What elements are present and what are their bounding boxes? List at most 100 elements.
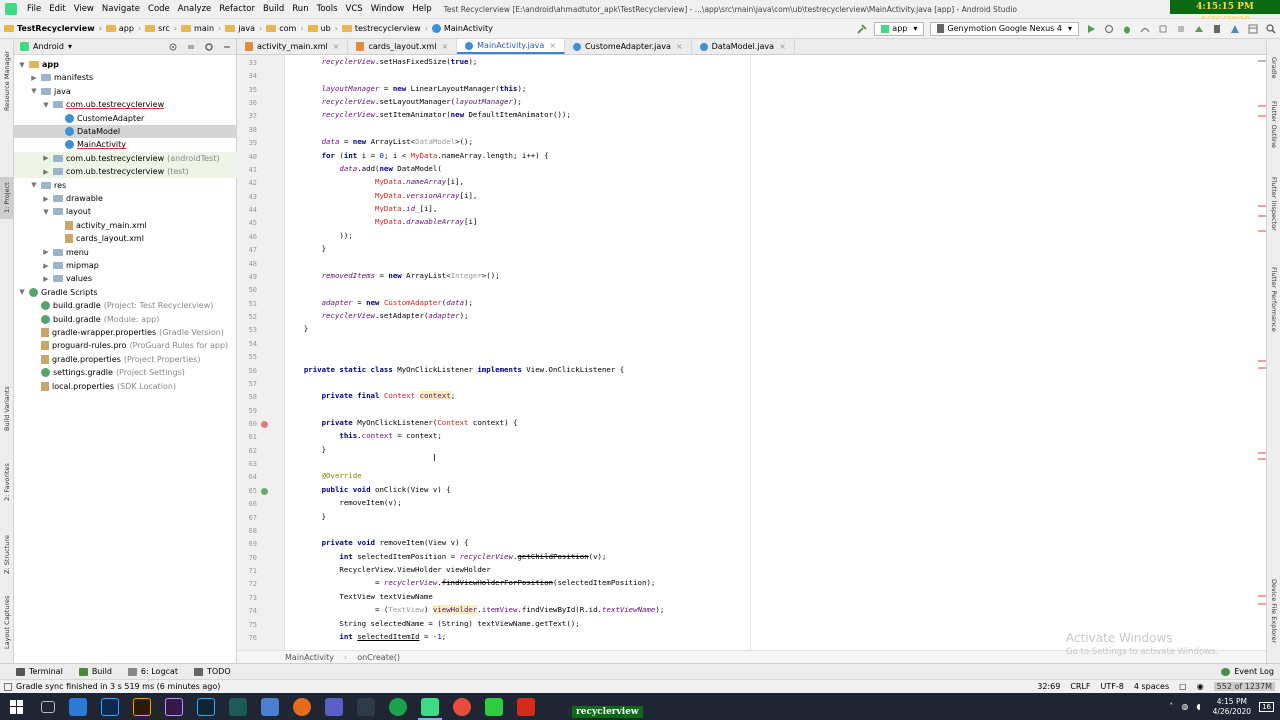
code-line[interactable]: private void removeItem(View v) { [286, 538, 469, 551]
tab-device-file-explorer[interactable]: Device File Explorer [1270, 579, 1278, 643]
editor-tab[interactable]: MainActivity.java × [457, 39, 566, 54]
code-line[interactable]: String selectedName = (String) textViewN… [286, 619, 579, 632]
tree-item[interactable]: settings.gradle (Project Settings) [14, 366, 237, 379]
menu-run[interactable]: Run [288, 4, 312, 14]
run-config-select[interactable]: app ▾ [874, 21, 925, 36]
tree-item[interactable]: ▶ drawable [14, 192, 237, 205]
breadcrumb-item[interactable]: testrecyclerview › [341, 24, 432, 33]
tree-item[interactable]: CustomeAdapter [14, 112, 237, 125]
attach-debugger-icon[interactable] [1158, 24, 1168, 34]
code-line[interactable]: } [286, 512, 326, 525]
firefox-icon[interactable] [293, 697, 311, 716]
search-icon[interactable] [1266, 23, 1276, 34]
code-line[interactable]: removeItem(v); [286, 498, 401, 511]
build-button[interactable]: Build [78, 667, 112, 676]
menu-edit[interactable]: Edit [45, 4, 69, 14]
close-icon[interactable]: × [676, 42, 683, 51]
code-line[interactable]: recyclerView.setLayoutManager(layoutMana… [286, 97, 522, 110]
code-line[interactable]: int selectedItemId = -1; [286, 632, 446, 645]
code-line[interactable]: private final Context context; [286, 391, 455, 404]
editor-tab[interactable]: DataModel.java × [692, 39, 795, 54]
code-line[interactable]: } [286, 445, 326, 458]
chevron-down-icon[interactable]: ▼ [42, 101, 50, 109]
code-line[interactable]: this.context = context; [286, 431, 441, 444]
menu-help[interactable]: Help [408, 4, 435, 14]
chevron-right-icon[interactable]: ▶ [42, 195, 50, 203]
code-line[interactable]: layoutManager = new LinearLayoutManager(… [286, 84, 527, 97]
file-encoding[interactable]: UTF-8 [1101, 682, 1124, 691]
caret-position[interactable]: 32:69 [1037, 682, 1060, 691]
debug-icon[interactable] [1122, 24, 1132, 34]
code-line[interactable]: MyData.drawableArray[i] [286, 217, 477, 230]
code-line[interactable]: MyData.id_[i], [286, 204, 437, 217]
chrome-icon[interactable] [389, 697, 407, 716]
code-line[interactable]: MyData.nameArray[i], [286, 177, 464, 190]
code-line[interactable]: } [286, 244, 326, 257]
menu-build[interactable]: Build [259, 4, 288, 14]
chevron-right-icon[interactable]: ▶ [42, 262, 50, 270]
code-line[interactable]: MyData.versionArray[i], [286, 191, 477, 204]
line-separator[interactable]: CRLF [1070, 682, 1090, 691]
gear-icon[interactable] [204, 42, 214, 52]
tab-flutter-inspector[interactable]: Flutter Inspector [1270, 177, 1278, 231]
tree-item[interactable]: gradle.properties (Project Properties) [14, 353, 237, 366]
illustrator-icon[interactable] [133, 697, 151, 716]
sync-gradle-icon[interactable] [1194, 24, 1204, 34]
windows-start-icon[interactable] [10, 699, 24, 714]
camtasia-icon[interactable] [485, 697, 503, 716]
crumb-method[interactable]: onCreate() [357, 653, 400, 662]
memory-indicator[interactable]: 552 of 1237M [1213, 682, 1275, 691]
network-icon[interactable]: ◍ [1181, 702, 1188, 711]
code-line[interactable]: TextView textViewName [286, 592, 432, 605]
sdk-manager-icon[interactable] [1230, 24, 1240, 34]
todo-button[interactable]: TODO [193, 667, 231, 676]
code-line[interactable]: = recyclerView.findViewHolderForPosition… [286, 578, 655, 591]
breadcrumb-item[interactable]: java › [225, 24, 266, 33]
close-icon[interactable]: × [779, 42, 786, 51]
explorer-icon[interactable] [69, 697, 87, 716]
tree-item[interactable]: ▶ mipmap [14, 259, 237, 272]
menu-refactor[interactable]: Refactor [215, 4, 259, 14]
editor-tab[interactable]: activity_main.xml × [237, 39, 349, 54]
logcat-button[interactable]: 6: Logcat [127, 667, 178, 676]
breadcrumb-item[interactable]: com › [266, 24, 307, 33]
code-line[interactable]: } [286, 324, 308, 337]
close-icon[interactable]: × [441, 42, 448, 51]
editor-tab[interactable]: cards_layout.xml × [348, 39, 458, 54]
chevron-down-icon[interactable]: ▾ [68, 42, 72, 51]
toggle-panels-icon[interactable] [4, 682, 12, 691]
taskbar-clock[interactable]: 4:15 PM 4/26/2020 [1213, 697, 1251, 717]
hammer-icon[interactable] [857, 23, 867, 34]
device-select[interactable]: Genymotion Google Nexus 4 ▾ [930, 21, 1079, 36]
code-line[interactable]: )); [286, 231, 352, 244]
tree-item[interactable]: build.gradle (Project: Test Recyclerview) [14, 299, 237, 312]
lightroom-icon[interactable] [197, 697, 215, 716]
close-icon[interactable]: × [549, 41, 556, 50]
menu-tools[interactable]: Tools [313, 4, 342, 14]
menu-view[interactable]: View [70, 4, 98, 14]
tree-item[interactable]: ▼ res [14, 179, 237, 192]
tree-item[interactable]: ▼ app [14, 58, 237, 71]
profile-icon[interactable] [1140, 24, 1150, 34]
code-line[interactable]: = (TextView) viewHolder.itemView.findVie… [286, 605, 664, 618]
chevron-right-icon[interactable]: ▶ [42, 168, 50, 176]
menu-navigate[interactable]: Navigate [98, 4, 144, 14]
code-editor[interactable]: recyclerView.setHasFixedSize(true); layo… [286, 55, 1258, 650]
menu-file[interactable]: File [23, 4, 45, 14]
code-line[interactable]: public void onClick(View v) { [286, 485, 451, 498]
menu-window[interactable]: Window [367, 4, 409, 14]
chevron-right-icon[interactable]: ▶ [30, 74, 38, 82]
tree-item[interactable]: activity_main.xml [14, 219, 237, 232]
locate-icon[interactable] [168, 42, 178, 52]
tree-item[interactable]: gradle-wrapper.properties (Gradle Version… [14, 326, 237, 339]
code-line[interactable]: @Override [286, 471, 362, 484]
code-line[interactable]: data = new ArrayList<DataModel>(); [286, 137, 473, 150]
tab-flutter-outline[interactable]: Flutter Outline [1270, 101, 1278, 148]
tree-item[interactable]: ▶ values [14, 272, 237, 285]
stop-icon[interactable] [1176, 24, 1186, 34]
breadcrumb-item[interactable]: TestRecyclerview › [4, 24, 106, 33]
tree-item[interactable]: ▼ java [14, 85, 237, 98]
chevron-down-icon[interactable]: ▼ [30, 181, 38, 189]
volume-icon[interactable]: ◖ [1196, 702, 1200, 711]
hide-panel-icon[interactable] [222, 42, 232, 52]
